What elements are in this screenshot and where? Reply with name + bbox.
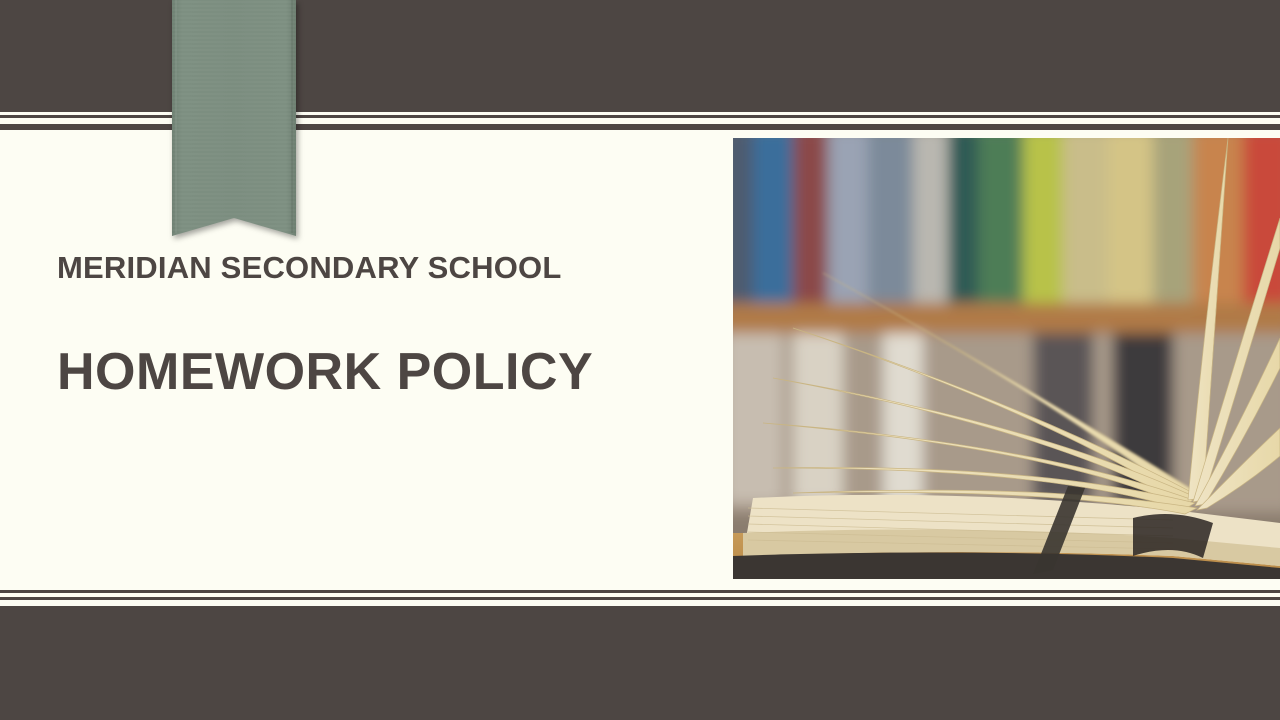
open-book-photo: [733, 138, 1280, 579]
slide-title: HOMEWORK POLICY: [57, 343, 594, 401]
bookmark-ribbon-icon: [172, 0, 296, 236]
bottom-band: [0, 608, 1280, 720]
bottom-stripe-line-2: [0, 600, 1280, 606]
school-name: MERIDIAN SECONDARY SCHOOL: [57, 250, 562, 285]
